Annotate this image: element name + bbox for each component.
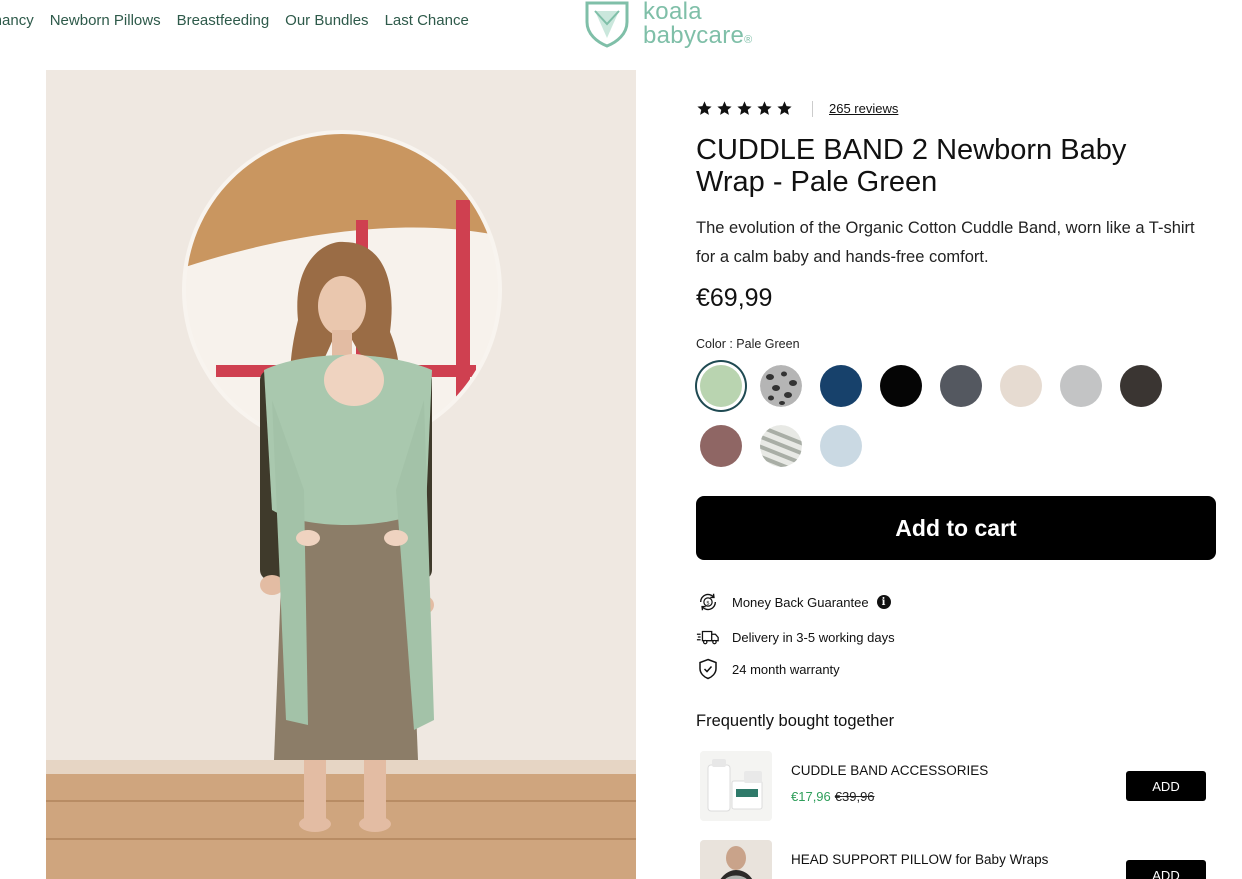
- feature-money-back-label: Money Back Guarantee: [732, 594, 869, 610]
- star-icon: [757, 101, 772, 115]
- fbt-item-prices: €17,96 €39,96: [791, 789, 875, 804]
- reviews-link[interactable]: 265 reviews: [829, 101, 898, 116]
- product-title: CUDDLE BAND 2 Newborn Baby Wrap - Pale G…: [696, 134, 1127, 198]
- product-photo[interactable]: [46, 70, 636, 879]
- nav-our-bundles[interactable]: Our Bundles: [285, 12, 368, 29]
- fbt-original-price: €39,96: [834, 789, 875, 804]
- money-back-icon: $: [696, 591, 720, 613]
- rating-row: 265 reviews: [696, 100, 898, 117]
- main-nav: Pregnancy Newborn Pillows Breastfeeding …: [0, 12, 469, 29]
- logo-registered-mark: ®: [744, 34, 753, 46]
- star-icon: [777, 101, 792, 115]
- brand-logo[interactable]: koala babycare®: [583, 0, 753, 48]
- product-description: The evolution of the Organic Cotton Cudd…: [696, 219, 1195, 266]
- shield-check-icon: [696, 658, 720, 680]
- fbt-add-button[interactable]: ADD: [1126, 771, 1206, 801]
- swatch-black[interactable]: [880, 365, 922, 407]
- fbt-heading: Frequently bought together: [696, 712, 895, 730]
- delivery-truck-icon: [696, 626, 720, 648]
- fbt-add-button[interactable]: ADD: [1126, 860, 1206, 879]
- logo-line-1: koala: [643, 0, 702, 25]
- nav-last-chance[interactable]: Last Chance: [385, 12, 469, 29]
- info-icon[interactable]: i: [876, 595, 891, 609]
- color-label: Color : Pale Green: [696, 337, 800, 351]
- feature-warranty: 24 month warranty: [696, 658, 840, 680]
- feature-money-back: $ Money Back Guarantee i: [696, 591, 891, 613]
- swatch-mauve[interactable]: [700, 425, 742, 467]
- swatch-light-grey[interactable]: [1060, 365, 1102, 407]
- star-icon: [697, 101, 712, 115]
- swatch-dark-grey[interactable]: [940, 365, 982, 407]
- product-photo-illustration: [46, 70, 636, 879]
- fbt-thumb-accessories[interactable]: [700, 751, 772, 821]
- swatch-pale-green[interactable]: [700, 365, 742, 407]
- add-to-cart-button[interactable]: Add to cart: [696, 496, 1216, 560]
- feature-delivery-label: Delivery in 3-5 working days: [732, 629, 895, 645]
- svg-text:$: $: [706, 600, 710, 606]
- fbt-item-name[interactable]: CUDDLE BAND ACCESSORIES: [791, 763, 988, 778]
- nav-newborn-pillows[interactable]: Newborn Pillows: [50, 12, 161, 29]
- swatch-navy[interactable]: [820, 365, 862, 407]
- logo-line-2: babycare: [643, 22, 745, 49]
- nav-pregnancy[interactable]: Pregnancy: [0, 12, 34, 29]
- rating-divider: [812, 100, 813, 117]
- fbt-sale-price: €17,96: [791, 789, 831, 804]
- star-icon: [737, 101, 752, 115]
- fbt-thumb-head-support[interactable]: [700, 840, 772, 879]
- swatch-charcoal[interactable]: [1120, 365, 1162, 407]
- star-icon: [717, 101, 732, 115]
- star-rating: [696, 100, 793, 117]
- swatch-beige[interactable]: [1000, 365, 1042, 407]
- product-price: €69,99: [696, 284, 773, 312]
- nav-breastfeeding[interactable]: Breastfeeding: [177, 12, 270, 29]
- koala-shield-icon: [585, 1, 629, 48]
- swatch-light-blue[interactable]: [820, 425, 862, 467]
- fbt-item-name[interactable]: HEAD SUPPORT PILLOW for Baby Wraps: [791, 852, 1048, 867]
- swatch-leopard[interactable]: [760, 365, 802, 407]
- feature-delivery: Delivery in 3-5 working days: [696, 626, 895, 648]
- swatch-stripes[interactable]: [760, 425, 802, 467]
- feature-warranty-label: 24 month warranty: [732, 661, 840, 677]
- brand-wordmark: koala babycare®: [643, 0, 753, 48]
